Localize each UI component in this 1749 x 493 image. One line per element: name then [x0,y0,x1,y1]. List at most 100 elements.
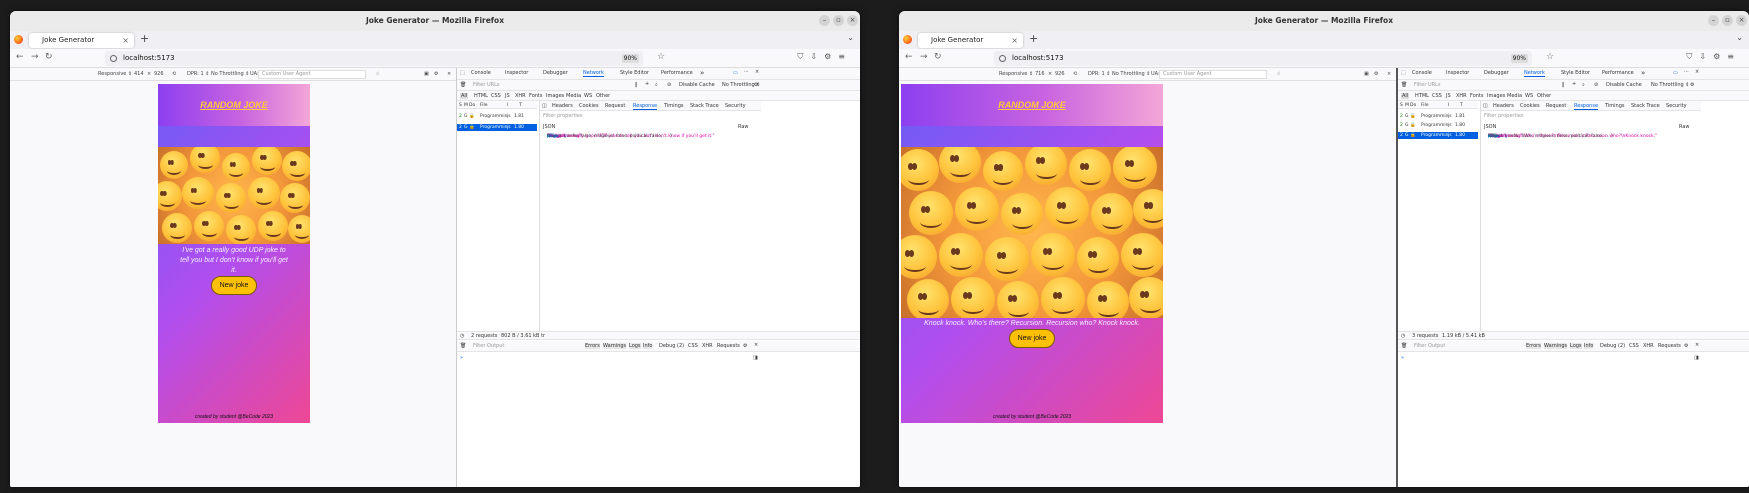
col-initiator[interactable]: I [507,102,508,109]
tab-request[interactable]: Request [605,103,625,109]
devtools-tab-inspector[interactable]: Inspector [505,70,528,76]
col-status[interactable]: S [1400,102,1403,109]
raw-toggle[interactable]: Raw [1679,124,1690,130]
filter-js[interactable]: JS [1446,93,1451,99]
bookmark-star-icon[interactable]: ☆ [1546,52,1554,62]
console-settings-icon[interactable]: ⚙ [1684,343,1688,349]
toolbar-icons[interactable]: ⛉⇩⚙≡ [1686,52,1741,62]
settings-icon[interactable]: ⚙ [434,68,438,81]
more-tabs-icon[interactable]: » [700,69,704,77]
console-logs[interactable]: Logs [1570,343,1582,349]
back-icon[interactable]: ← [16,52,24,62]
console-clear-icon[interactable]: 🗑 [1401,343,1407,349]
rdm-toggle-icon[interactable]: ▭ [1673,70,1678,76]
tab-headers[interactable]: Headers [552,103,573,109]
tab-stack-trace[interactable]: Stack Trace [1631,103,1660,109]
block-icon[interactable]: ⊘ [667,82,671,88]
close-window-icon[interactable]: × [847,15,858,26]
console-xhr[interactable]: XHR [1643,343,1654,349]
console-errors[interactable]: Errors [585,343,600,349]
filter-ws[interactable]: WS [584,93,592,99]
device-select[interactable]: Responsive ⇕ [999,68,1033,81]
console-prompt-icon[interactable]: » [460,355,463,361]
console-requests[interactable]: Requests [1658,343,1681,349]
console-prompt-icon[interactable]: » [1401,355,1404,361]
request-row[interactable]: 2 G 🔒 Programmin js 1.80 [1398,122,1478,129]
request-row-selected[interactable]: 2 G 🔒 Programmin js 1.80 [1398,132,1478,139]
filter-all[interactable]: All [460,93,469,99]
throttle-select[interactable]: No Throttling ⇕ [1112,68,1150,81]
col-method[interactable]: M [464,102,468,109]
sidebar-toggle-icon[interactable]: ◫ [1483,103,1488,109]
filter-fonts[interactable]: Fonts [1470,93,1484,99]
request-row[interactable]: 2 G 🔒 Programmin js 1.81 [457,113,537,120]
tab-security[interactable]: Security [1666,103,1687,109]
url-bar[interactable]: localhost:5173 90% [994,51,1532,66]
minimize-icon[interactable]: – [1708,15,1719,26]
toolbar-icons[interactable]: ⛉⇩⚙≡ [797,52,852,62]
forward-icon[interactable]: → [920,52,928,62]
col-method[interactable]: M [1405,102,1409,109]
col-status[interactable]: S [459,102,462,109]
network-settings-icon[interactable]: ⚙ [754,82,758,88]
devtools-tab-inspector[interactable]: Inspector [1446,70,1469,76]
filter-urls-input[interactable]: Filter URLs [473,82,500,88]
add-icon[interactable]: + [645,81,649,87]
col-file[interactable]: File [480,102,488,109]
filter-ws[interactable]: WS [1525,93,1533,99]
browser-tab[interactable]: Joke Generator × [29,33,134,48]
site-info-icon[interactable] [110,55,117,62]
console-warnings[interactable]: Warnings [1544,343,1568,349]
ua-input[interactable]: Custom User Agent [1159,70,1267,79]
rotate-icon[interactable]: ⟲ [172,68,176,81]
devtools-tab-console[interactable]: Console [1412,70,1432,76]
dpr-select[interactable]: DPR: 1 ⇕ [1088,68,1110,81]
devtools-tab-performance[interactable]: Performance [661,70,693,76]
devtools-tab-style-editor[interactable]: Style Editor [1561,70,1590,76]
zoom-badge[interactable]: 90% [1510,54,1528,63]
viewport-width[interactable]: 716 [1035,68,1045,81]
console-logs[interactable]: Logs [629,343,641,349]
minimize-icon[interactable]: – [819,15,830,26]
clear-icon[interactable]: 🗑 [1401,82,1407,88]
console-close-icon[interactable]: × [754,342,758,348]
editor-mode-icon[interactable]: ◨ [753,355,758,361]
console-warnings[interactable]: Warnings [603,343,627,349]
viewport-width[interactable]: 414 [134,68,144,81]
filter-other[interactable]: Other [596,93,610,99]
dpr-select[interactable]: DPR: 1 ⇕ [187,68,209,81]
close-rdm-icon[interactable]: × [447,68,451,81]
raw-toggle[interactable]: Raw [738,124,749,130]
tab-close-icon[interactable]: × [122,33,129,48]
col-domain[interactable]: Do [1410,102,1416,109]
tab-stack-trace[interactable]: Stack Trace [690,103,719,109]
col-file[interactable]: File [1421,102,1429,109]
console-close-icon[interactable]: × [1695,342,1699,348]
devtools-tab-network[interactable]: Network [1524,70,1545,77]
console-filter-input[interactable]: Filter Output [473,343,504,349]
devtools-tab-debugger[interactable]: Debugger [1484,70,1509,76]
block-icon[interactable]: ⊘ [1594,82,1598,88]
filter-all[interactable]: All [1401,93,1410,99]
picker-icon[interactable]: ⬚ [1401,70,1406,76]
console-xhr[interactable]: XHR [702,343,713,349]
close-devtools-icon[interactable]: × [755,69,759,75]
filter-media[interactable]: Media [566,93,581,99]
console-clear-icon[interactable]: 🗑 [460,343,466,349]
tab-response[interactable]: Response [633,103,658,110]
filter-images[interactable]: Images [1487,93,1505,99]
devtools-tab-network[interactable]: Network [583,70,604,77]
filter-js[interactable]: JS [505,93,510,99]
viewport-height[interactable]: 926 [1055,68,1065,81]
console-css[interactable]: CSS [1629,343,1639,349]
close-devtools-icon[interactable]: × [1695,69,1699,75]
tab-response[interactable]: Response [1574,103,1599,110]
devtools-tab-style-editor[interactable]: Style Editor [620,70,649,76]
disable-cache-checkbox[interactable]: Disable Cache [679,82,715,88]
filter-css[interactable]: CSS [491,93,501,99]
col-type[interactable]: T [519,102,522,109]
tab-security[interactable]: Security [725,103,746,109]
filter-css[interactable]: CSS [1432,93,1442,99]
new-tab-icon[interactable]: + [1029,32,1038,45]
touch-icon[interactable]: ☝ [376,68,379,81]
